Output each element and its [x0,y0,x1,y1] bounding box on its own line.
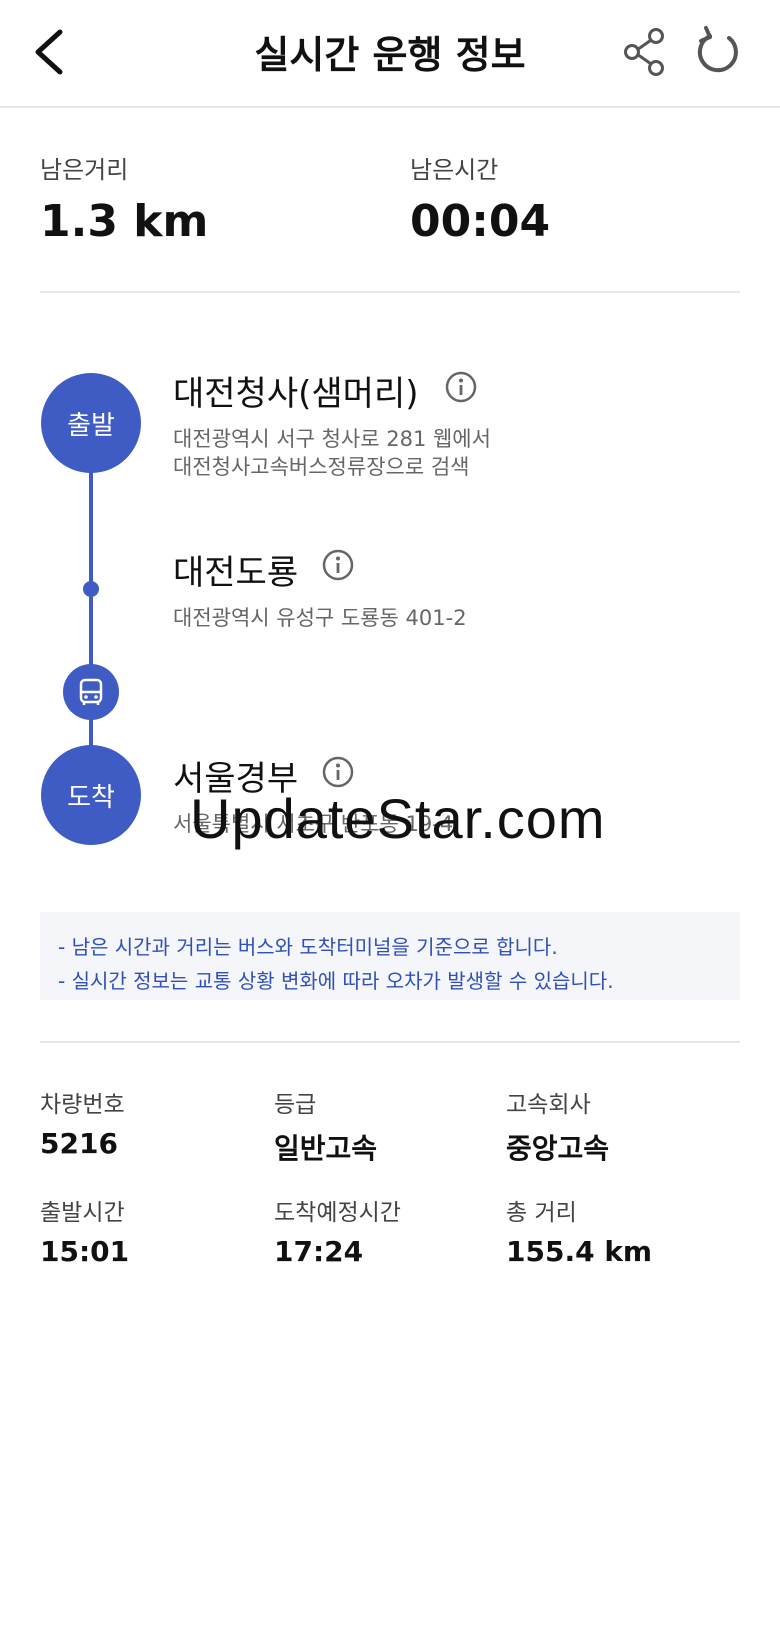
eta-label: 도착예정시간 [274,1200,401,1226]
notice-box: - 남은 시간과 거리는 버스와 도착터미널을 기준으로 합니다. - 실시간 … [40,912,740,1000]
stop-address: 대전광역시 유성구 도룡동 401-2 [173,606,467,630]
app-header: 실시간 운행 정보 [0,0,780,108]
bus-position-marker [63,664,119,720]
grade-label: 등급 [274,1092,317,1118]
notice-text: - 실시간 정보는 교통 상황 변화에 따라 오차가 발생할 수 있습니다. [58,969,614,993]
vehicle-number-value: 5216 [40,1127,118,1160]
remaining-distance-value: 1.3 km [40,196,209,247]
info-icon[interactable] [444,370,478,404]
share-button[interactable] [612,20,676,84]
remaining-distance-label: 남은거리 [40,156,129,184]
stop-address: 대전광역시 서구 청사로 281 웹에서 [173,427,491,451]
eta-value: 17:24 [274,1235,364,1268]
grade-value: 일반고속 [274,1132,378,1165]
arrival-badge: 도착 [41,745,141,845]
watermark: UpdateStar.com [190,787,606,850]
bus-icon [79,678,103,705]
stop-name-waypoint: 대전도룡 [173,553,299,593]
share-icon [624,28,664,76]
stop-address: 대전청사고속버스정류장으로 검색 [173,455,470,479]
remaining-time-value: 00:04 [410,196,551,247]
total-distance-value: 155.4 km [506,1235,653,1268]
refresh-icon [697,26,738,73]
stop-name-departure: 대전청사(샘머리) [173,374,419,414]
divider [40,291,740,293]
divider [40,1041,740,1043]
waypoint-dot [83,581,99,597]
bus-company-value: 중앙고속 [506,1132,610,1165]
departure-time-label: 출발시간 [40,1200,125,1226]
departure-time-value: 15:01 [40,1235,130,1268]
info-icon[interactable] [321,548,355,582]
bus-company-label: 고속회사 [506,1092,591,1118]
info-icon[interactable] [321,755,355,789]
notice-text: - 남은 시간과 거리는 버스와 도착터미널을 기준으로 합니다. [58,935,558,959]
vehicle-number-label: 차량번호 [40,1092,125,1118]
refresh-button[interactable] [686,20,750,84]
total-distance-label: 총 거리 [506,1200,577,1226]
remaining-time-label: 남은시간 [410,156,499,184]
departure-badge: 출발 [41,373,141,473]
